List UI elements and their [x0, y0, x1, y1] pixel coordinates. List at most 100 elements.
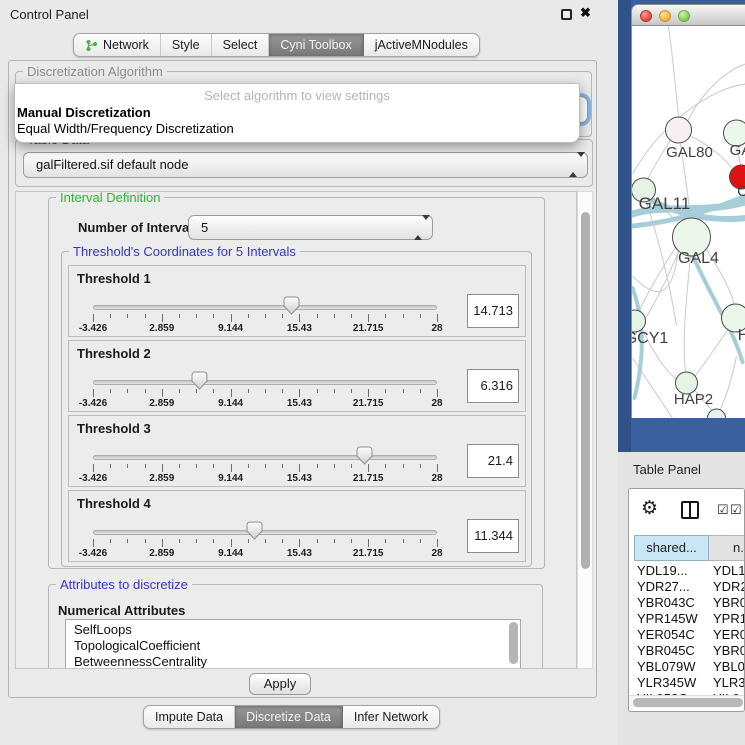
attribute-item[interactable]: SelfLoops — [66, 622, 520, 638]
table-h-scrollbar[interactable] — [629, 695, 744, 708]
table-h-scrollbar-thumb[interactable] — [633, 698, 743, 707]
tab-style[interactable]: Style — [161, 34, 212, 56]
tick-label: 2.859 — [149, 473, 174, 484]
threshold-value-field[interactable]: 6.316 — [467, 369, 519, 403]
tab-impute-data[interactable]: Impute Data — [144, 706, 235, 728]
threshold-value-field[interactable]: 21.4 — [467, 444, 519, 478]
slider-thumb-icon[interactable] — [191, 371, 208, 390]
list-scrollbar-thumb[interactable] — [509, 622, 518, 664]
tick-mark — [213, 389, 214, 393]
table-cell: YER054C — [637, 627, 695, 642]
tab-select[interactable]: Select — [212, 34, 270, 56]
tick-mark — [145, 539, 146, 543]
table-cell: YLR345W — [637, 675, 696, 690]
slider-thumb-icon[interactable] — [356, 446, 373, 465]
table-row[interactable]: YBR043CYBR0 — [629, 595, 744, 611]
slider-tick-labels: -3.4262.8599.14415.4321.71528 — [93, 473, 437, 485]
slider-thumb-icon[interactable] — [283, 296, 300, 315]
attribute-item[interactable]: TopologicalCoefficient — [66, 638, 520, 654]
network-node-label: GA — [730, 142, 745, 159]
tick-label: 28 — [431, 398, 442, 409]
tick-mark — [334, 539, 335, 543]
tick-mark — [385, 389, 386, 393]
tick-mark — [437, 464, 438, 472]
close-icon[interactable]: ✖ — [580, 5, 591, 21]
tick-mark — [231, 314, 232, 322]
attributes-group-title: Attributes to discretize — [56, 577, 192, 592]
tick-mark — [351, 464, 352, 468]
close-traffic-light-icon[interactable] — [640, 10, 652, 22]
slider-ticks — [93, 464, 437, 473]
slider-track[interactable] — [93, 380, 437, 385]
top-tab-bar: NetworkStyleSelectCyni ToolboxjActiveMNo… — [73, 33, 480, 57]
tab-network[interactable]: Network — [74, 34, 161, 56]
tick-mark — [248, 389, 249, 393]
table-toolbar: ⚙ ☑ ☑ — [629, 489, 744, 533]
checkbox-icon[interactable]: ☑ — [730, 502, 742, 518]
threshold-value-field[interactable]: 11.344 — [467, 519, 519, 553]
tick-mark — [179, 464, 180, 468]
network-canvas[interactable]: GAL80GAGAL11CGAL4GCY1HHAP2 — [631, 26, 745, 418]
tick-mark — [334, 389, 335, 393]
slider-thumb-icon[interactable] — [246, 521, 263, 540]
tab-discretize-data[interactable]: Discretize Data — [235, 706, 343, 728]
tick-mark — [248, 464, 249, 468]
float-window-icon[interactable] — [561, 9, 572, 20]
tick-mark — [282, 539, 283, 543]
main-scrollbar[interactable] — [577, 191, 593, 669]
network-window-titlebar[interactable] — [631, 4, 745, 26]
tab-infer-network[interactable]: Infer Network — [343, 706, 439, 728]
table-header-cell[interactable]: n... — [709, 535, 745, 561]
table-cell: YBR043C — [637, 595, 695, 610]
numerical-attributes-list[interactable]: SelfLoopsTopologicalCoefficientBetweenne… — [65, 619, 521, 669]
slider-tick-labels: -3.4262.8599.14415.4321.71528 — [93, 398, 437, 410]
tick-mark — [265, 539, 266, 543]
tick-mark — [299, 314, 300, 322]
tick-mark — [145, 464, 146, 468]
num-intervals-combo[interactable]: 5 — [188, 215, 433, 240]
zoom-traffic-light-icon[interactable] — [678, 10, 690, 22]
tick-mark — [179, 314, 180, 318]
attribute-item[interactable]: BetweennessCentrality — [66, 654, 520, 669]
checkbox-icon[interactable]: ☑ — [717, 502, 729, 518]
settings-gear-icon[interactable]: ⚙ — [641, 497, 658, 520]
tick-mark — [110, 389, 111, 393]
table-row[interactable]: YBL079WYBL0 — [629, 659, 744, 675]
numerical-attributes-label: Numerical Attributes — [58, 603, 185, 618]
threshold-value-field[interactable]: 14.713 — [467, 294, 519, 328]
tick-mark — [110, 539, 111, 543]
slider-track[interactable] — [93, 530, 437, 535]
table-data-combo[interactable]: galFiltered.sif default node — [23, 152, 588, 178]
table-cell: YDR2 — [713, 579, 744, 594]
tab-jactivemnodules[interactable]: jActiveMNodules — [364, 34, 479, 56]
table-header-cell[interactable]: shared... — [634, 535, 709, 561]
tick-mark — [162, 539, 163, 547]
table-data-combo-value: galFiltered.sif default node — [36, 157, 188, 172]
table-row[interactable]: YER054CYER0 — [629, 627, 744, 643]
apply-button[interactable]: Apply — [249, 673, 311, 695]
tab-cyni-toolbox[interactable]: Cyni Toolbox — [269, 34, 363, 56]
column-layout-icon[interactable] — [681, 501, 699, 519]
tab-label: Discretize Data — [246, 710, 331, 724]
table-row[interactable]: YBR045CYBR0 — [629, 643, 744, 659]
tick-label: 28 — [431, 323, 442, 334]
algorithm-option[interactable]: Equal Width/Frequency Discretization — [15, 121, 579, 137]
tick-label: -3.426 — [79, 398, 107, 409]
panel-title: Control Panel — [10, 7, 89, 22]
tick-mark — [110, 314, 111, 318]
num-intervals-value: 5 — [201, 220, 208, 235]
threshold-row: Threshold 3 -3.4262.8599.14415.4321.7152… — [68, 415, 526, 487]
table-row[interactable]: YPR145WYPR1 — [629, 611, 744, 627]
table-row[interactable]: YLR345WYLR3 — [629, 675, 744, 691]
tab-label: Impute Data — [155, 710, 223, 724]
tick-mark — [299, 539, 300, 547]
tick-mark — [231, 539, 232, 547]
slider-track[interactable] — [93, 455, 437, 460]
table-row[interactable]: YDR27...YDR2 — [629, 579, 744, 595]
tick-mark — [179, 539, 180, 543]
algorithm-option[interactable]: Manual Discretization — [15, 105, 579, 121]
main-scrollbar-thumb[interactable] — [581, 212, 590, 569]
minimize-traffic-light-icon[interactable] — [659, 10, 671, 22]
slider-track[interactable] — [93, 305, 437, 310]
table-row[interactable]: YDL19...YDL1 — [629, 563, 744, 579]
